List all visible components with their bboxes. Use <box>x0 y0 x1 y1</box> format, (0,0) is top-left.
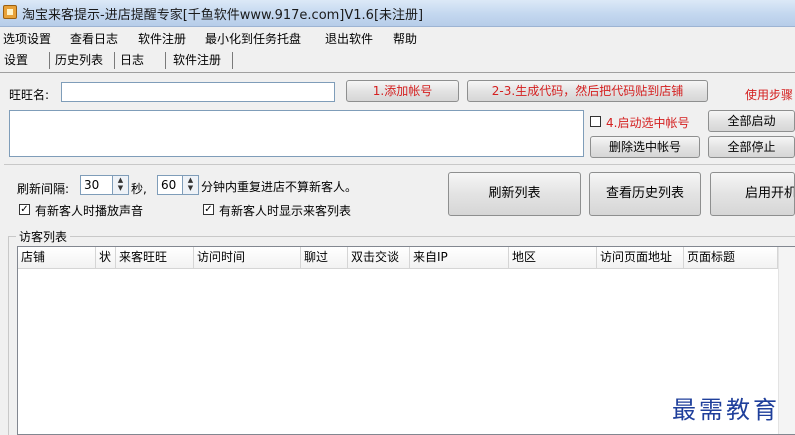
column-header-ip[interactable]: 来自IP <box>410 247 509 268</box>
interval-spin-buttons[interactable]: ▲ ▼ <box>112 176 128 194</box>
refresh-list-label: 刷新列表 <box>488 186 541 201</box>
usage-steps-link[interactable]: 使用步骤 <box>745 86 793 103</box>
tab-separator <box>165 52 166 69</box>
delete-selected-button[interactable]: 删除选中帐号 <box>590 136 700 158</box>
repeat-minutes-spinner[interactable]: 60 ▲ ▼ <box>157 175 199 195</box>
wangwang-label: 旺旺名: <box>9 88 50 102</box>
menu-view-log[interactable]: 查看日志 <box>70 30 118 47</box>
visitor-list-title: 访客列表 <box>16 228 71 245</box>
view-history-button[interactable]: 查看历史列表 <box>589 172 701 216</box>
play-sound-label: 有新客人时播放声音 <box>35 204 144 218</box>
tab-separator <box>114 52 115 69</box>
wangwang-input[interactable] <box>61 82 335 102</box>
generate-code-label: 2-3.生成代码，然后把代码贴到店铺 <box>491 84 684 98</box>
tab-separator <box>232 52 233 69</box>
stop-all-label: 全部停止 <box>727 140 776 154</box>
tab-settings[interactable]: 设置 <box>4 51 28 71</box>
column-header-page-title[interactable]: 页面标题 <box>684 247 778 268</box>
title-bar: 淘宝来客提示-进店提醒专家[千鱼软件www.917e.com]V1.6[未注册] <box>0 0 795 27</box>
column-header-double-click-chat[interactable]: 双击交谈 <box>348 247 410 268</box>
generate-code-button[interactable]: 2-3.生成代码，然后把代码贴到店铺 <box>467 80 708 102</box>
refresh-interval-label: 刷新间隔: <box>17 182 70 196</box>
enable-selected-checkbox[interactable] <box>590 116 601 127</box>
tab-history[interactable]: 历史列表 <box>55 51 103 71</box>
spin-down-icon[interactable]: ▼ <box>183 184 198 192</box>
add-account-label: 1.添加帐号 <box>372 84 433 98</box>
spin-up-icon[interactable]: ▲ <box>183 176 198 184</box>
column-header-shop[interactable]: 店铺 <box>18 247 96 268</box>
menu-register[interactable]: 软件注册 <box>138 30 186 47</box>
menu-bar: 选项设置 查看日志 软件注册 最小化到任务托盘 退出软件 帮助 <box>0 27 795 47</box>
window-title: 淘宝来客提示-进店提醒专家[千鱼软件www.917e.com]V1.6[未注册] <box>22 8 424 23</box>
view-history-label: 查看历史列表 <box>605 186 684 201</box>
start-all-label: 全部启动 <box>727 114 776 128</box>
account-list[interactable] <box>9 110 584 157</box>
repeat-minutes-text: 分钟内重复进店不算新客人。 <box>201 180 358 194</box>
add-account-button[interactable]: 1.添加帐号 <box>346 80 459 102</box>
start-all-button[interactable]: 全部启动 <box>708 110 795 132</box>
column-header-visit-time[interactable]: 访问时间 <box>194 247 301 268</box>
menu-minimize-tray[interactable]: 最小化到任务托盘 <box>205 30 301 47</box>
enable-selected-label: 4.启动选中帐号 <box>606 116 690 130</box>
tab-register[interactable]: 软件注册 <box>173 51 221 71</box>
seconds-unit-label: 秒, <box>131 182 147 196</box>
column-header-page-url[interactable]: 访问页面地址 <box>597 247 684 268</box>
repeat-spin-buttons[interactable]: ▲ ▼ <box>182 176 198 194</box>
show-list-label: 有新客人时显示来客列表 <box>219 204 352 218</box>
menu-help[interactable]: 帮助 <box>393 30 417 47</box>
refresh-interval-value: 30 <box>84 178 100 192</box>
spin-up-icon[interactable]: ▲ <box>113 176 128 184</box>
menu-exit[interactable]: 退出软件 <box>325 30 373 47</box>
tab-underline <box>0 72 795 73</box>
stop-all-button[interactable]: 全部停止 <box>708 136 795 158</box>
repeat-minutes-value: 60 <box>161 178 177 192</box>
refresh-list-button[interactable]: 刷新列表 <box>448 172 581 216</box>
column-header-status[interactable]: 状 <box>96 247 116 268</box>
play-sound-checkbox[interactable]: ✓ <box>19 204 30 215</box>
watermark-text: 最需教育 <box>672 396 780 424</box>
menu-options-settings[interactable]: 选项设置 <box>3 30 51 47</box>
delete-selected-label: 删除选中帐号 <box>608 140 681 154</box>
section-divider <box>4 164 795 165</box>
app-icon <box>3 5 17 19</box>
spin-down-icon[interactable]: ▼ <box>113 184 128 192</box>
autostart-button[interactable]: 启用开机 <box>710 172 795 216</box>
column-header-chatted[interactable]: 聊过 <box>301 247 348 268</box>
refresh-interval-spinner[interactable]: 30 ▲ ▼ <box>80 175 129 195</box>
autostart-label: 启用开机 <box>745 186 795 201</box>
show-list-checkbox[interactable]: ✓ <box>203 204 214 215</box>
column-header-region[interactable]: 地区 <box>509 247 597 268</box>
tab-separator <box>49 52 50 69</box>
tab-log[interactable]: 日志 <box>120 51 144 71</box>
column-header-visitor[interactable]: 来客旺旺 <box>116 247 194 268</box>
list-header: 店铺 状 来客旺旺 访问时间 聊过 双击交谈 来自IP 地区 访问页面地址 页面… <box>18 247 778 269</box>
vertical-scrollbar[interactable] <box>778 247 795 434</box>
